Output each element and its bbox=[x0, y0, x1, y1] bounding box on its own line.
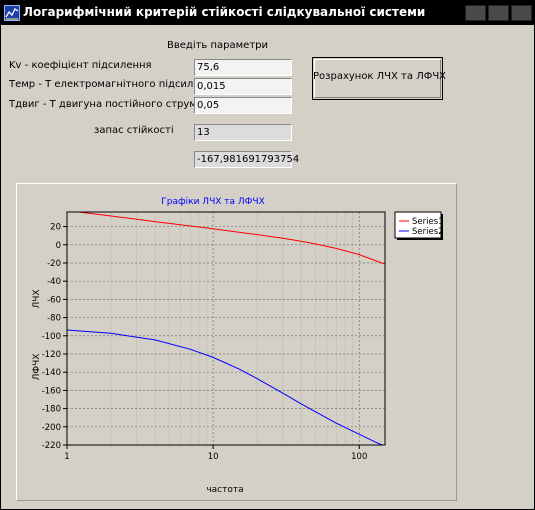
legend-label: Series2 bbox=[412, 227, 444, 237]
calculate-button[interactable]: Розрахунок ЛЧХ та ЛФЧХ bbox=[312, 57, 447, 100]
y-tick-label: 0 bbox=[56, 241, 61, 251]
form-client-area: Введіть параметри Kv - коефіцієнт підсил… bbox=[1, 25, 534, 509]
x-axis-ticks: 1 10 100 bbox=[64, 445, 367, 462]
y-tick-label: -220 bbox=[42, 441, 61, 451]
x-tick-label: 10 bbox=[208, 452, 219, 462]
y-tick-label: -20 bbox=[47, 259, 61, 269]
y-tick-label: -100 bbox=[42, 332, 61, 342]
legend-label: Series1 bbox=[412, 217, 444, 227]
stability-margin-label: запас стійкості bbox=[94, 125, 174, 136]
phase-output: -167,981691793754 bbox=[194, 151, 299, 168]
y-tick-label: -60 bbox=[47, 295, 61, 305]
plot-area bbox=[67, 212, 385, 445]
frequency-response-chart: 20 0 -20 -40 -60 -80 -100 -120 -140 -160 -180 -200 -… bbox=[32, 197, 444, 495]
y-axis-ticks: 20 0 -20 -40 -60 -80 -100 -120 -140 -160 -180 -200 -… bbox=[42, 223, 67, 451]
x-tick-label: 1 bbox=[64, 452, 69, 462]
parameters-heading: Введіть параметри bbox=[167, 40, 269, 51]
tdvig-label: Тдвиг - Т двигуна постійного струму bbox=[9, 99, 203, 110]
main-window: Логарифмічний критерій стійкості слідкув… bbox=[0, 0, 535, 510]
y-tick-label: -180 bbox=[42, 405, 61, 415]
chart-legend: Series1Series2 bbox=[394, 211, 444, 240]
kv-input[interactable]: 75,6 bbox=[194, 59, 292, 76]
chart-panel: 20 0 -20 -40 -60 -80 -100 -120 -140 -160 -180 -200 -… bbox=[16, 183, 457, 501]
y-tick-label: 20 bbox=[50, 223, 61, 233]
y-tick-label: -160 bbox=[42, 386, 61, 396]
y-tick-label: -40 bbox=[47, 277, 61, 287]
x-tick-label: 100 bbox=[351, 452, 367, 462]
maximize-button[interactable] bbox=[488, 5, 509, 21]
y-tick-label: -200 bbox=[42, 423, 61, 433]
stability-margin-output: 13 bbox=[194, 124, 292, 141]
temp-input[interactable]: 0,015 bbox=[194, 78, 292, 95]
calculate-button-label: Розрахунок ЛЧХ та ЛФЧХ bbox=[313, 71, 447, 82]
y-tick-label: -140 bbox=[42, 368, 61, 378]
window-title: Логарифмічний критерій стійкості слідкув… bbox=[23, 5, 426, 19]
kv-label: Kv - коефіцієнт підсилення bbox=[9, 60, 152, 71]
chart-app-icon bbox=[4, 5, 20, 21]
x-axis-label: частота bbox=[206, 485, 243, 495]
tdvig-input[interactable]: 0,05 bbox=[194, 97, 292, 114]
y-axis-label-lfchh: ЛФЧХ bbox=[32, 354, 42, 381]
chart-title: Графіки ЛЧХ та ЛФЧХ bbox=[161, 197, 265, 207]
y-tick-label: -80 bbox=[47, 314, 61, 324]
close-button[interactable] bbox=[511, 5, 532, 21]
y-axis-label-lchh: ЛЧХ bbox=[32, 289, 42, 308]
y-tick-label: -120 bbox=[42, 350, 61, 360]
title-bar[interactable]: Логарифмічний критерій стійкості слідкув… bbox=[1, 1, 534, 25]
minimize-button[interactable] bbox=[465, 5, 486, 21]
